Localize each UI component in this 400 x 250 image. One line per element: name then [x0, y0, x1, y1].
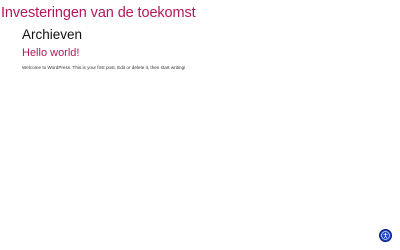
site-title-link[interactable]: Investeringen van de toekomst: [1, 4, 196, 22]
accessibility-button[interactable]: [379, 229, 392, 242]
accessibility-icon: [381, 231, 390, 240]
archive-heading: Archieven: [22, 27, 83, 42]
post-title-link[interactable]: Hello world!: [22, 47, 79, 60]
post-excerpt: Welcome to WordPress. This is your first…: [22, 65, 186, 70]
